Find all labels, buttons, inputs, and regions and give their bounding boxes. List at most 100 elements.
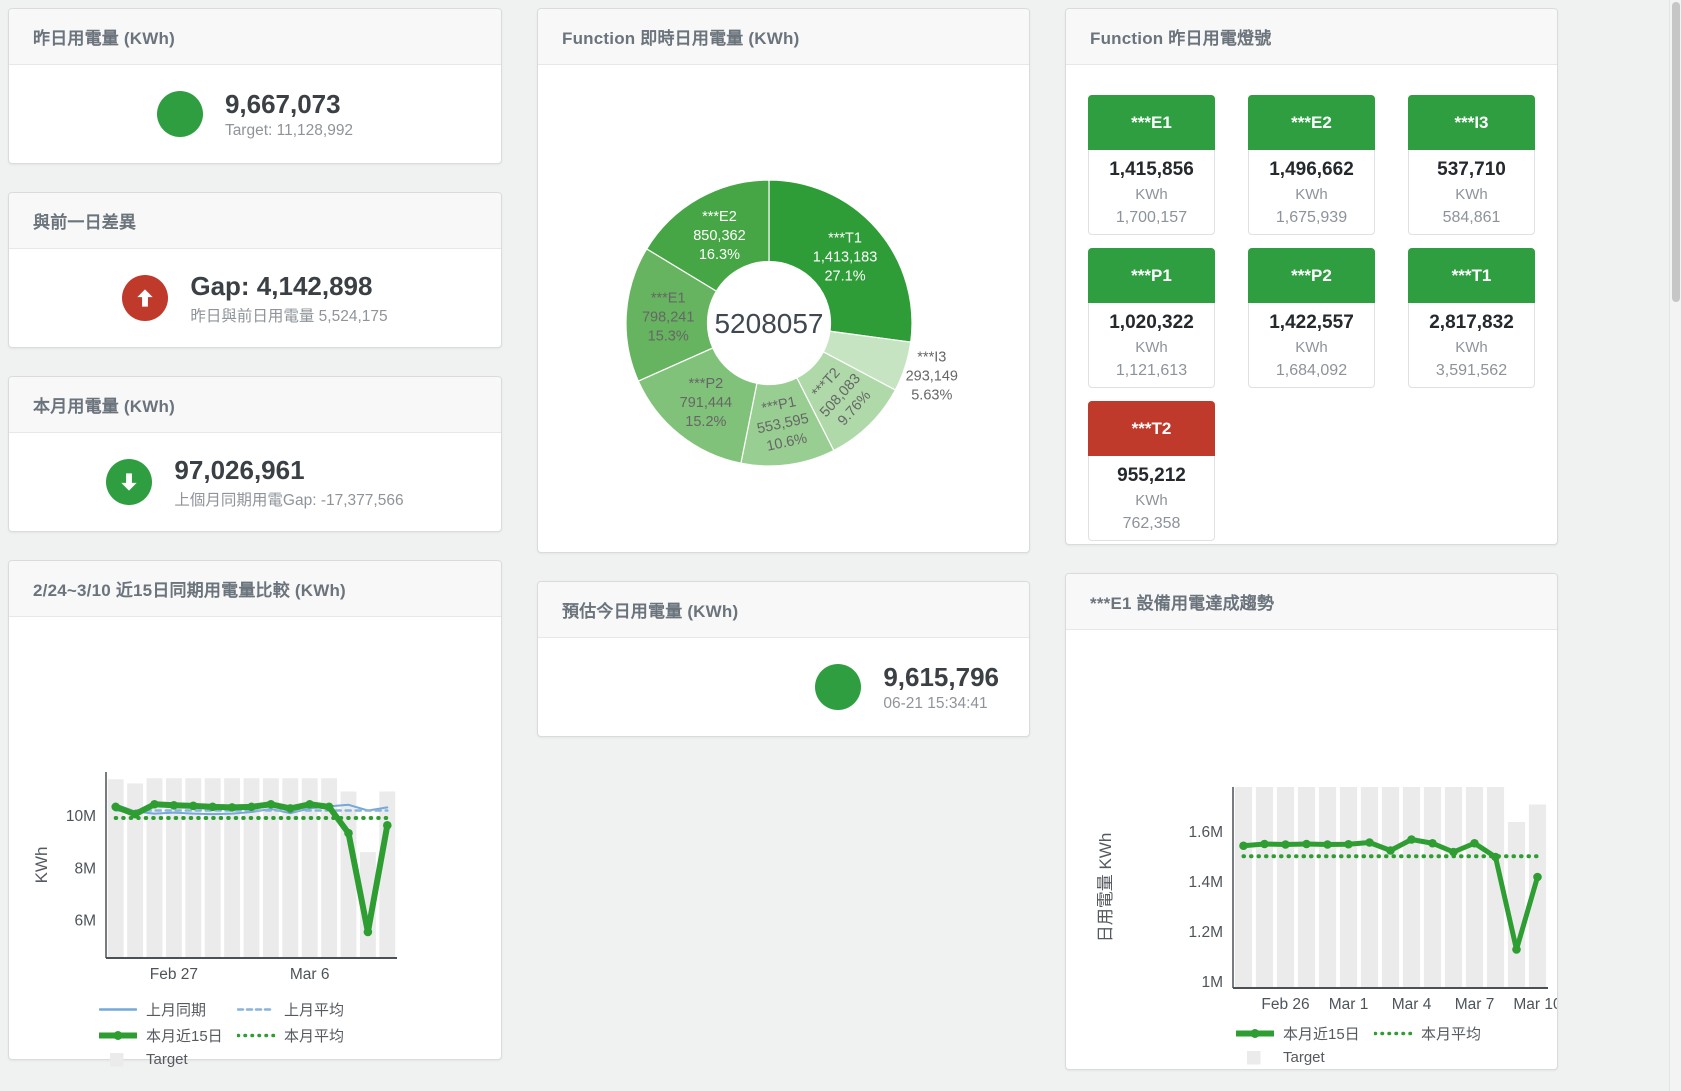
legend-swatch-dashed-icon — [237, 1002, 275, 1017]
card-month-usage: 本月用電量 (KWh) 97,026,961 上個月同期用電Gap: -17,3… — [8, 376, 502, 532]
tile-body: 537,710KWh584,861 — [1409, 150, 1534, 229]
kpi-subtitle: 昨日與前日用電量 5,524,175 — [190, 304, 387, 326]
tile-unit: KWh — [1409, 336, 1534, 359]
series-marker — [1323, 840, 1332, 849]
donut-label-line: ***E1 — [651, 291, 686, 307]
x-tick-label: Feb 27 — [150, 966, 198, 983]
series-marker — [1512, 945, 1521, 954]
tile-target-value: 584,861 — [1409, 206, 1534, 229]
target-bar — [1466, 787, 1483, 988]
series-marker — [1260, 840, 1269, 849]
status-tile: ***T2955,212KWh762,358 — [1088, 401, 1215, 541]
donut-label-line: ***I3 — [917, 349, 946, 365]
donut-label-line: ***T1 — [828, 231, 862, 247]
tile-value: 1,415,856 — [1089, 157, 1214, 183]
target-bar — [1403, 787, 1420, 988]
left-column: 昨日用電量 (KWh) 9,667,073 Target: 11,128,992… — [8, 8, 502, 1088]
legend-item-上月同期[interactable]: 上月同期 — [99, 999, 237, 1020]
series-marker — [1239, 841, 1248, 850]
donut-label-line: 16.3% — [699, 247, 740, 263]
target-bar — [1508, 822, 1525, 988]
legend-marker — [114, 1031, 123, 1040]
series-marker — [267, 800, 276, 809]
card-header: 2/24~3/10 近15日同期用電量比較 (KWh) — [9, 561, 501, 617]
status-tiles-grid: ***E11,415,856KWh1,700,157***E21,496,662… — [1066, 65, 1557, 541]
target-bar — [1298, 787, 1315, 988]
y-tick-label: 1.4M — [1189, 874, 1223, 891]
status-tile: ***P21,422,557KWh1,684,092 — [1248, 248, 1375, 388]
y-tick-label: 6M — [74, 912, 96, 929]
target-bar — [1277, 787, 1294, 988]
legend-item-本月平均[interactable]: 本月平均 — [1374, 1023, 1512, 1044]
card-e1-trend-chart: ***E1 設備用電達成趨勢 1M1.2M1.4M1.6MFeb 26Mar 1… — [1065, 573, 1558, 1070]
legend-label: Target — [1283, 1049, 1325, 1066]
tile-body: 2,817,832KWh3,591,562 — [1409, 303, 1534, 382]
legend-swatch-thick-icon — [99, 1028, 137, 1043]
status-tile: ***E21,496,662KWh1,675,939 — [1248, 95, 1375, 235]
legend-item-本月平均[interactable]: 本月平均 — [237, 1025, 375, 1046]
series-marker — [189, 802, 198, 811]
target-bar — [1340, 787, 1357, 988]
series-marker — [1365, 838, 1374, 847]
card-header: Function 即時日用電量 (KWh) — [538, 9, 1029, 65]
y-tick-label: 8M — [74, 860, 96, 877]
legend-swatch-dotted-icon — [1374, 1026, 1412, 1041]
status-tile: ***T12,817,832KWh3,591,562 — [1408, 248, 1535, 388]
tile-label: ***T1 — [1408, 248, 1535, 303]
legend-item-Target[interactable]: Target — [1236, 1049, 1374, 1066]
card-day-gap: 與前一日差異 Gap: 4,142,898 昨日與前日用電量 5,524,175 — [8, 192, 502, 348]
tile-body: 955,212KWh762,358 — [1089, 456, 1214, 535]
target-bar — [1424, 787, 1441, 988]
series-marker — [1449, 848, 1458, 857]
energy-dashboard: 昨日用電量 (KWh) 9,667,073 Target: 11,128,992… — [0, 0, 1681, 1091]
legend-item-上月平均[interactable]: 上月平均 — [237, 999, 375, 1020]
kpi-body: 9,615,796 06-21 15:34:41 — [538, 638, 1029, 736]
compare-line-chart: 6M8M10MFeb 27Mar 6KWh — [9, 617, 501, 989]
series-marker — [150, 800, 159, 809]
donut-label-line: 293,149 — [906, 368, 958, 384]
series-marker — [1281, 840, 1290, 849]
y-tick-label: 1M — [1201, 974, 1223, 991]
tile-target-value: 1,700,157 — [1089, 206, 1214, 229]
donut-chart: ***T11,413,18327.1%***I3293,1495.63%***T… — [538, 65, 1029, 553]
kpi-value: Gap: 4,142,898 — [190, 271, 387, 301]
series-marker — [1302, 840, 1311, 849]
card-header: 與前一日差異 — [9, 193, 501, 249]
series-marker — [325, 803, 334, 812]
legend-item-本月近15日[interactable]: 本月近15日 — [99, 1025, 237, 1046]
x-tick-label: Mar 4 — [1392, 996, 1432, 1013]
series-marker — [1407, 835, 1416, 844]
arrow-shape — [122, 473, 137, 490]
tile-label: ***P2 — [1248, 248, 1375, 303]
donut-label-line: ***E2 — [702, 209, 737, 225]
kpi-body: 97,026,961 上個月同期用電Gap: -17,377,566 — [9, 433, 501, 531]
scrollbar-thumb[interactable] — [1672, 2, 1680, 302]
legend-item-本月近15日[interactable]: 本月近15日 — [1236, 1023, 1374, 1044]
tile-value: 2,817,832 — [1409, 310, 1534, 336]
card-yesterday-usage: 昨日用電量 (KWh) 9,667,073 Target: 11,128,992 — [8, 8, 502, 164]
card-15day-compare-chart: 2/24~3/10 近15日同期用電量比較 (KWh) 6M8M10MFeb 2… — [8, 560, 502, 1060]
legend-label: 本月近15日 — [1283, 1023, 1360, 1044]
donut-label-line: 1,413,183 — [813, 250, 878, 266]
scrollbar[interactable] — [1669, 0, 1681, 1091]
card-title: Function 昨日用電燈號 — [1090, 24, 1271, 49]
donut-center-total: 5208057 — [714, 308, 823, 339]
x-tick-label: Mar 10 — [1513, 996, 1557, 1013]
series-marker — [344, 829, 353, 838]
tile-target-value: 1,675,939 — [1249, 206, 1374, 229]
y-tick-label: 1.2M — [1189, 924, 1223, 941]
kpi-text: Gap: 4,142,898 昨日與前日用電量 5,524,175 — [190, 271, 387, 326]
tile-unit: KWh — [1089, 336, 1214, 359]
chart-legend: 上月同期上月平均本月近15日本月平均Target — [9, 989, 501, 1068]
series-marker — [364, 928, 373, 937]
tile-body: 1,020,322KWh1,121,613 — [1089, 303, 1214, 382]
tile-target-value: 3,591,562 — [1409, 359, 1534, 382]
status-circle-icon — [815, 664, 861, 710]
donut-label-line: 5.63% — [911, 387, 952, 403]
target-bar — [1319, 787, 1336, 988]
legend-label: 本月近15日 — [146, 1025, 223, 1046]
legend-item-Target[interactable]: Target — [99, 1051, 237, 1068]
card-realtime-donut: Function 即時日用電量 (KWh) ***T11,413,18327.1… — [537, 8, 1030, 553]
card-title: 本月用電量 (KWh) — [33, 392, 175, 417]
tile-value: 1,422,557 — [1249, 310, 1374, 336]
